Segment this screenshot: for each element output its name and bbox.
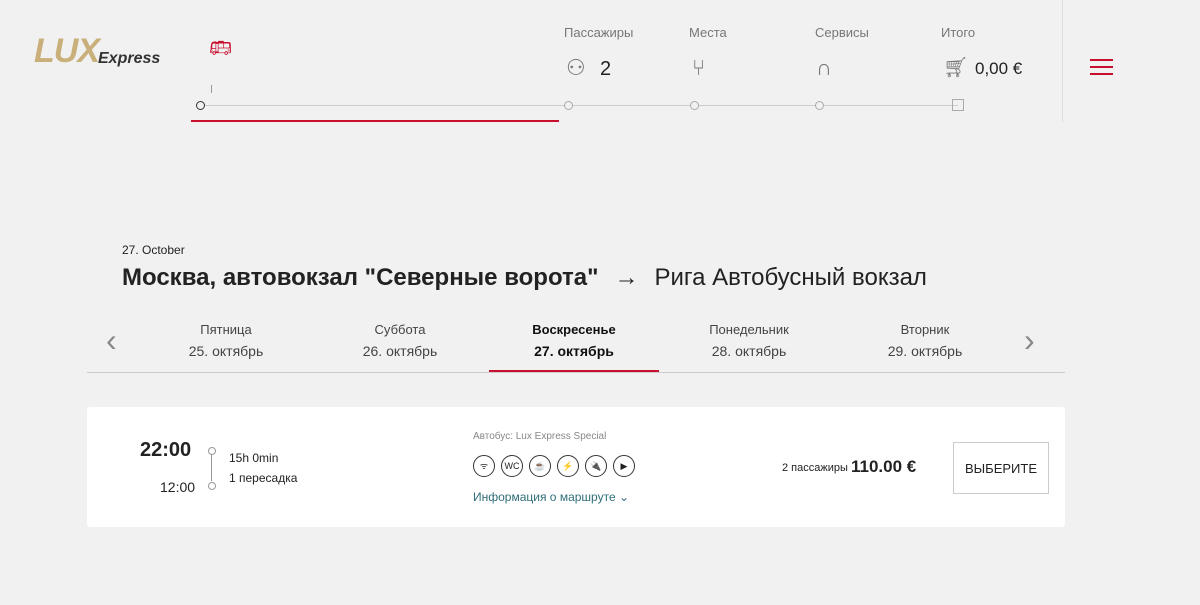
coffee-icon: ☕ — [529, 455, 551, 477]
chevron-down-icon: ⌄ — [618, 490, 630, 504]
step-dot — [564, 101, 573, 110]
destination: Рига Автобусный вокзал — [654, 264, 927, 291]
bus-icon: 🚌︎ — [209, 38, 232, 58]
total-amount: 0,00 € — [975, 59, 1023, 78]
route-info-label: Информация о маршруте — [473, 490, 616, 504]
play-icon: ▶ — [613, 455, 635, 477]
departure-time: 22:00 — [140, 439, 192, 461]
step-passengers-label: Пассажиры — [564, 25, 634, 40]
route-info-link[interactable]: Информация о маршруте ⌄ — [473, 490, 629, 504]
day-date: 28. октябрь — [711, 343, 787, 359]
prev-arrow-icon[interactable]: ‹ — [106, 322, 117, 359]
day-tab[interactable]: Вторник 29. октябрь — [840, 322, 1010, 359]
step-dot — [815, 101, 824, 110]
logo-express: Express — [98, 50, 161, 67]
day-date: 29. октябрь — [887, 343, 963, 359]
day-tab[interactable]: Понедельник 28. октябрь — [664, 322, 834, 359]
day-name: Пятница — [200, 322, 252, 337]
logo-lux: LUX — [34, 32, 100, 70]
step-total-label: Итого — [941, 25, 976, 40]
step-dot — [690, 101, 699, 110]
marker — [211, 85, 212, 93]
step-dot — [196, 101, 205, 110]
seat-icon[interactable]: ⑂ — [692, 55, 705, 81]
divider — [87, 372, 1065, 373]
timeline-dot — [208, 447, 216, 455]
duration: 15h 0min — [229, 451, 279, 465]
cart-icon[interactable]: 🛒︎ — [943, 55, 968, 80]
search-date: 27. October — [122, 243, 185, 257]
calendar-icon — [952, 99, 964, 111]
day-name: Вторник — [900, 322, 950, 337]
passenger-count: 2 — [600, 58, 612, 80]
wc-icon: WC — [501, 455, 523, 477]
origin: Москва, автовокзал "Северные ворота" — [122, 264, 599, 291]
day-date: 25. октябрь — [188, 343, 264, 359]
plug-icon: 🔌 — [585, 455, 607, 477]
day-tab[interactable]: Суббота 26. октябрь — [315, 322, 485, 359]
price: 110.00 € — [851, 457, 917, 476]
day-name: Суббота — [374, 322, 426, 337]
day-date: 27. октябрь — [534, 343, 614, 359]
person-icon[interactable]: ⚇ — [566, 55, 586, 81]
arrow-right-icon: → — [614, 264, 639, 291]
step-seats-label: Места — [689, 25, 727, 40]
logo[interactable]: LUX Express — [34, 32, 184, 87]
amenities: ᯤ WC ☕ ⚡ 🔌 ▶ — [473, 455, 641, 477]
timeline-dot — [208, 482, 216, 490]
divider — [1062, 0, 1063, 122]
timeline-line — [211, 455, 212, 481]
day-name: Воскресенье — [532, 322, 616, 337]
transfers: 1 пересадка — [229, 471, 298, 485]
day-tab-active[interactable]: Воскресенье 27. октябрь — [489, 322, 659, 372]
day-name: Понедельник — [709, 322, 789, 337]
seat-power-icon: ⚡ — [557, 455, 579, 477]
progress-bar — [191, 120, 559, 122]
next-arrow-icon[interactable]: › — [1024, 322, 1035, 359]
progress-track — [200, 105, 958, 106]
headphones-icon[interactable]: ∩ — [816, 55, 832, 81]
day-tab[interactable]: Пятница 25. октябрь — [141, 322, 311, 359]
day-date: 26. октябрь — [362, 343, 438, 359]
route-title: Москва, автовокзал "Северные ворота" → Риг… — [122, 264, 927, 292]
bus-type: Автобус: Lux Express Special — [473, 431, 607, 442]
arrival-time: 12:00 — [160, 479, 196, 495]
step-services-label: Сервисы — [815, 25, 869, 40]
select-button[interactable]: ВЫБЕРИТЕ — [953, 442, 1049, 494]
menu-icon[interactable] — [1090, 59, 1113, 80]
passenger-summary: 2 пассажиры — [782, 462, 848, 474]
trip-card: 22:00 12:00 15h 0min 1 пересадка Автобус… — [87, 407, 1065, 527]
wifi-icon: ᯤ — [473, 455, 495, 477]
